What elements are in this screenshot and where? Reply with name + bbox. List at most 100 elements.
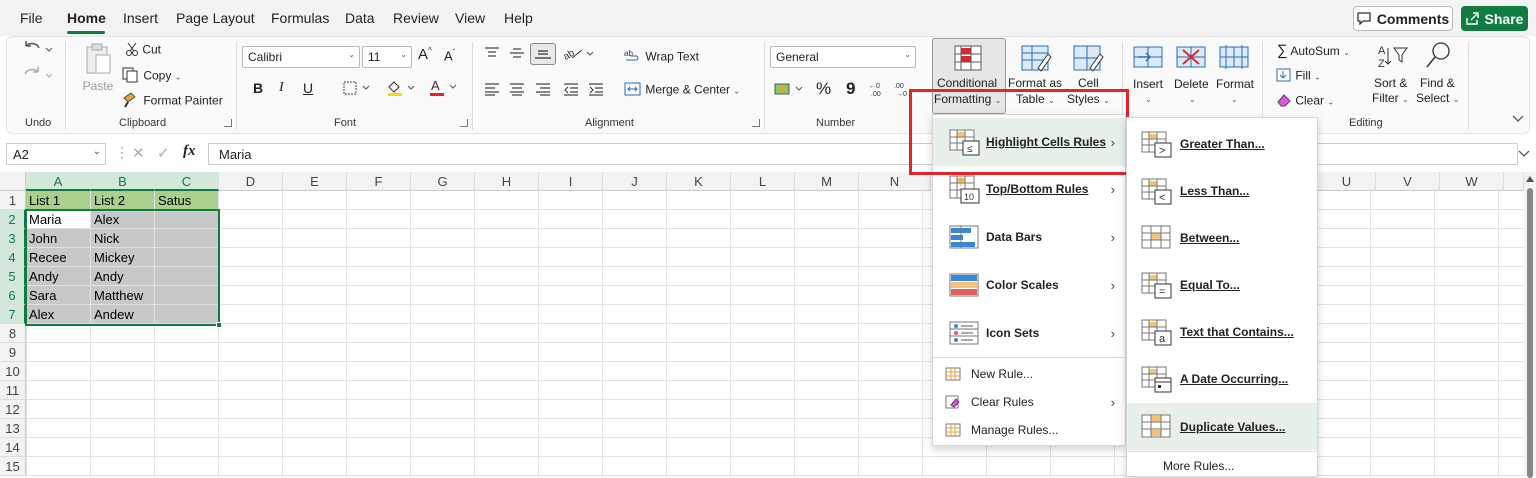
decrease-decimal-icon[interactable]: .00 →0 [894,81,914,100]
submenu-item-text-contains[interactable]: a Text that Contains... [1127,308,1317,355]
format-painter-button[interactable]: Format Painter [122,92,223,111]
row-header-4[interactable]: 4 [0,248,26,267]
find-select-icon[interactable] [1423,40,1453,73]
row-header-15[interactable]: 15 [0,457,26,476]
table-cell[interactable] [155,229,219,248]
menu-item-color-scales[interactable]: Color Scales › [933,261,1125,309]
menu-item-new-rule[interactable]: New Rule... [933,361,1125,387]
row-header-5[interactable]: 5 [0,267,26,286]
decrease-font-icon[interactable]: Aˇ [444,48,455,63]
select-all-corner[interactable] [0,172,26,191]
row-header-10[interactable]: 10 [0,362,26,381]
row-header-2[interactable]: 2 [0,210,26,229]
tab-formulas[interactable]: Formulas [271,10,329,26]
row-header-6[interactable]: 6 [0,286,26,305]
align-top-icon[interactable] [484,46,500,63]
row-header-3[interactable]: 3 [0,229,26,248]
align-center-icon[interactable] [509,82,525,99]
column-header-u[interactable]: U [1318,172,1376,191]
percent-button[interactable]: % [816,79,831,99]
alignment-launcher-icon[interactable] [752,119,760,127]
increase-indent-icon[interactable] [588,82,604,99]
fill-handle[interactable] [216,322,222,328]
copy-button[interactable]: Copy ⌄ [122,67,181,86]
delete-cells-icon[interactable] [1175,44,1209,73]
row-header-1[interactable]: 1 [0,191,26,210]
table-cell[interactable]: Nick [91,229,155,248]
font-size-select[interactable]: 11 ⌄ [362,46,412,68]
align-middle-icon[interactable] [509,46,525,63]
column-header-c[interactable]: C [155,172,219,191]
tab-help[interactable]: Help [504,10,533,26]
cell-styles-icon[interactable] [1072,44,1104,77]
borders-icon[interactable] [343,81,371,98]
undo-button[interactable] [22,40,53,61]
fill-color-icon[interactable] [386,79,416,100]
align-left-icon[interactable] [484,82,500,99]
comma-button[interactable]: 9 [846,79,855,99]
submenu-item-more-rules[interactable]: More Rules... [1127,455,1317,477]
tab-data[interactable]: Data [345,10,375,26]
row-header-9[interactable]: 9 [0,343,26,362]
name-box[interactable]: A2 ⌄ [6,143,106,165]
table-cell[interactable] [155,305,219,324]
align-right-icon[interactable] [535,82,551,99]
column-header-i[interactable]: I [539,172,603,191]
menu-item-manage-rules[interactable]: Manage Rules... [933,417,1125,443]
table-cell[interactable] [155,286,219,305]
submenu-item-date-occurring[interactable]: A Date Occurring... [1127,355,1317,402]
menu-item-top-bottom-rules[interactable]: 10 Top/Bottom Rules › [933,166,1125,212]
tab-home[interactable]: Home [67,10,106,26]
tab-review[interactable]: Review [393,10,439,26]
column-header-d[interactable]: D [219,172,283,191]
align-bottom-icon[interactable] [530,43,556,65]
column-header-f[interactable]: F [347,172,411,191]
submenu-item-greater-than[interactable]: > Greater Than... [1127,120,1317,167]
table-cell[interactable]: Andew [91,305,155,324]
scrollbar-thumb[interactable] [1527,188,1533,478]
insert-cells-icon[interactable] [1132,44,1166,73]
underline-button[interactable]: U [303,80,313,96]
row-header-14[interactable]: 14 [0,438,26,457]
number-format-select[interactable]: General ⌄ [770,46,916,68]
table-cell[interactable]: Sara [26,286,91,305]
menu-item-data-bars[interactable]: Data Bars › [933,213,1125,261]
autosum-button[interactable]: ∑ AutoSum ⌄ [1277,42,1350,59]
column-header-n[interactable]: N [859,172,931,191]
clear-button[interactable]: Clear ⌄ [1276,93,1334,110]
format-as-table-icon[interactable] [1020,44,1052,77]
column-header-a[interactable]: A [26,172,91,191]
orientation-icon[interactable]: ab [561,46,596,65]
column-header-b[interactable]: B [91,172,155,191]
vertical-scrollbar[interactable] [1524,172,1536,478]
comments-button[interactable]: Comments [1353,6,1453,31]
tab-insert[interactable]: Insert [123,10,158,26]
menu-item-highlight-cells-rules[interactable]: ≤ Highlight Cells Rules › [933,118,1125,166]
table-cell[interactable] [155,248,219,267]
column-header-v[interactable]: V [1376,172,1440,191]
table-header-cell[interactable]: List 1 [26,191,91,210]
row-header-13[interactable]: 13 [0,419,26,438]
insert-function-icon[interactable]: fx [183,143,196,160]
table-cell[interactable]: Alex [91,210,155,229]
font-launcher-icon[interactable] [460,119,468,127]
column-header-e[interactable]: E [283,172,347,191]
redo-button[interactable] [22,66,53,87]
font-color-icon[interactable]: A [428,78,458,100]
bold-button[interactable]: B [253,80,263,96]
increase-decimal-icon[interactable]: ←0.00 [869,81,891,100]
table-cell[interactable]: Matthew [91,286,155,305]
menu-item-icon-sets[interactable]: Icon Sets › [933,309,1125,357]
submenu-item-equal-to[interactable]: = Equal To... [1127,261,1317,308]
column-header-g[interactable]: G [411,172,475,191]
increase-font-icon[interactable]: A^ [418,46,432,63]
collapse-ribbon-icon[interactable] [1512,112,1524,126]
column-header-j[interactable]: J [603,172,667,191]
column-header-w[interactable]: W [1440,172,1504,191]
merge-center-button[interactable]: Merge & Center ⌄ [624,81,740,100]
submenu-item-between[interactable]: Between... [1127,214,1317,261]
format-cells-icon[interactable] [1218,44,1252,73]
formula-input[interactable]: Maria [208,143,1518,165]
tab-file[interactable]: File [20,10,43,26]
cancel-icon[interactable]: ✕ [132,144,145,162]
